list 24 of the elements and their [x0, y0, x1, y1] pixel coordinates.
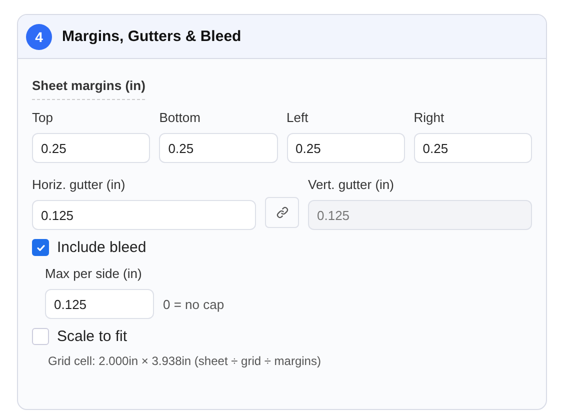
checkbox-label: Scale to fit [57, 328, 128, 345]
input-field[interactable]: 0.25 [286, 133, 405, 163]
input-field[interactable]: 0.25 [414, 133, 532, 163]
field-label: Left [286, 110, 310, 125]
input-field[interactable]: 0.25 [32, 133, 150, 163]
check-icon [36, 242, 46, 252]
section-title: Margins, Gutters & Bleed [62, 28, 242, 45]
link-icon [276, 206, 288, 219]
hint-text: 0 = no cap [163, 296, 224, 312]
field-label: Bottom [159, 110, 202, 125]
field-label: Top [32, 110, 54, 125]
group-heading: Sheet margins (in) [32, 78, 146, 100]
step-badge: 4 [26, 24, 52, 50]
link-button[interactable] [265, 197, 299, 228]
input-field[interactable]: 0.125 [45, 289, 154, 319]
checkbox[interactable] [32, 239, 49, 256]
field-label: Max per side (in) [45, 266, 143, 281]
input-field[interactable]: 0.125 [32, 200, 256, 230]
field-label: Vert. gutter (in) [308, 177, 395, 192]
field-label: Right [414, 110, 446, 125]
input-field[interactable]: 0.25 [159, 133, 278, 163]
checkbox-label: Include bleed [57, 239, 146, 256]
grid-cell-note: Grid cell: 2.000in × 3.938in (sheet ÷ grid ÷ margins) [47, 354, 322, 368]
field-label: Horiz. gutter (in) [32, 177, 126, 192]
